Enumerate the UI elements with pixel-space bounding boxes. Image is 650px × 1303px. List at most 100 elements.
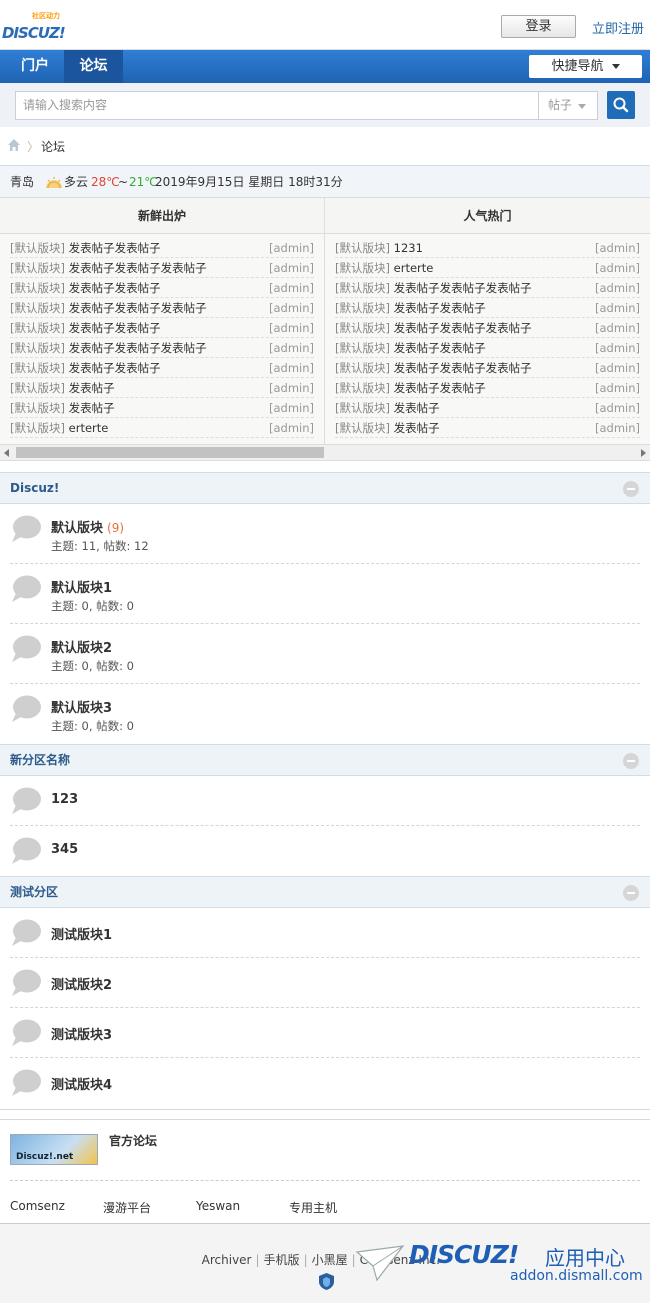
thread-category[interactable]: [默认版块] [335,401,390,415]
thread-title[interactable]: 发表帖子发表帖子 [69,361,161,375]
thread-category[interactable]: [默认版块] [10,321,65,335]
tab-portal[interactable]: 门户 [6,50,64,83]
thread-item[interactable]: [默认版块] 发表帖子发表帖子 [admin] [10,278,314,298]
friend-link[interactable]: 漫游平台 [103,1199,151,1216]
thread-title[interactable]: 发表帖子发表帖子 [394,301,486,315]
friend-link[interactable]: 专用主机 [289,1199,337,1216]
register-link[interactable]: 立即注册 [592,18,644,37]
thread-category[interactable]: [默认版块] [10,241,65,255]
friend-link[interactable]: Comsenz [10,1199,65,1213]
thread-author[interactable]: [admin] [595,278,640,297]
thread-item[interactable]: [默认版块] 发表帖子 [admin] [335,398,640,418]
forum-row[interactable]: 默认版块3 主题: 0, 帖数: 0 [10,684,640,744]
thread-category[interactable]: [默认版块] [335,341,390,355]
official-forum-link[interactable]: 官方论坛 [109,1132,157,1149]
forum-name[interactable]: 测试版块1 [51,924,112,943]
thread-author[interactable]: [admin] [595,358,640,377]
search-button[interactable] [607,91,635,119]
footer-link-archiver[interactable]: Archiver [202,1253,252,1267]
thread-item[interactable]: [默认版块] 发表帖子发表帖子 [admin] [335,338,640,358]
thread-title[interactable]: 发表帖子发表帖子 [394,341,486,355]
thread-item[interactable]: [默认版块] 发表帖子 [admin] [335,418,640,438]
footer-link-blacklist[interactable]: 小黑屋 [312,1253,348,1267]
thread-title[interactable]: 发表帖子发表帖子 [394,381,486,395]
forum-row[interactable]: 测试版块3 [10,1008,640,1058]
section-title[interactable]: Discuz! [10,481,59,495]
thread-author[interactable]: [admin] [595,338,640,357]
thread-item[interactable]: [默认版块] 发表帖子 [admin] [10,378,314,398]
thread-category[interactable]: [默认版块] [10,301,65,315]
thread-category[interactable]: [默认版块] [335,301,390,315]
thread-category[interactable]: [默认版块] [10,361,65,375]
forum-name[interactable]: 测试版块2 [51,974,112,993]
thread-category[interactable]: [默认版块] [335,241,390,255]
forum-name[interactable]: 345 [51,842,78,857]
thread-author[interactable]: [admin] [595,418,640,437]
thread-item[interactable]: [默认版块] 发表帖子 [admin] [10,398,314,418]
thread-category[interactable]: [默认版块] [335,321,390,335]
discuz-banner-logo[interactable]: Discuz!.net [10,1134,98,1165]
thread-category[interactable]: [默认版块] [10,381,65,395]
thread-author[interactable]: [admin] [595,318,640,337]
thread-author[interactable]: [admin] [269,258,314,277]
thread-category[interactable]: [默认版块] [335,281,390,295]
scrollbar-thumb[interactable] [16,447,324,458]
thread-category[interactable]: [默认版块] [335,261,390,275]
forum-row[interactable]: 默认版块1 主题: 0, 帖数: 0 [10,564,640,624]
thread-category[interactable]: [默认版块] [10,281,65,295]
forum-name[interactable]: 默认版块 (9) [51,517,124,536]
thread-author[interactable]: [admin] [269,418,314,437]
thread-author[interactable]: [admin] [269,338,314,357]
thread-item[interactable]: [默认版块] 发表帖子发表帖子发表帖子 [admin] [335,318,640,338]
thread-category[interactable]: [默认版块] [335,421,390,435]
thread-title[interactable]: 发表帖子 [69,401,115,415]
forum-row[interactable]: 测试版块4 [10,1058,640,1108]
search-type-select[interactable]: 帖子 [538,91,598,120]
section-title[interactable]: 测试分区 [10,885,58,899]
thread-title[interactable]: erterte [69,421,109,435]
breadcrumb-current[interactable]: 论坛 [41,138,65,155]
thread-title[interactable]: 发表帖子发表帖子 [69,321,161,335]
thread-category[interactable]: [默认版块] [10,421,65,435]
thread-item[interactable]: [默认版块] 发表帖子发表帖子发表帖子 [admin] [10,338,314,358]
thread-author[interactable]: [admin] [595,238,640,257]
thread-author[interactable]: [admin] [269,318,314,337]
forum-row[interactable]: 123 [10,776,640,826]
scroll-right-arrow-icon[interactable] [641,449,646,457]
thread-author[interactable]: [admin] [595,398,640,417]
thread-item[interactable]: [默认版块] 发表帖子发表帖子 [admin] [10,238,314,258]
forum-row[interactable]: 默认版块2 主题: 0, 帖数: 0 [10,624,640,684]
thread-author[interactable]: [admin] [269,378,314,397]
thread-author[interactable]: [admin] [595,378,640,397]
collapse-icon[interactable] [623,481,639,497]
thread-title[interactable]: 发表帖子发表帖子发表帖子 [69,301,207,315]
thread-author[interactable]: [admin] [595,298,640,317]
thread-category[interactable]: [默认版块] [335,381,390,395]
friend-link[interactable]: Yeswan [196,1199,240,1213]
forum-row[interactable]: 默认版块 (9) 主题: 11, 帖数: 12 [10,504,640,564]
thread-author[interactable]: [admin] [269,238,314,257]
home-icon[interactable] [7,138,21,152]
thread-item[interactable]: [默认版块] 发表帖子发表帖子 [admin] [335,378,640,398]
forum-name[interactable]: 默认版块2 [51,637,112,656]
forum-name[interactable]: 测试版块3 [51,1024,112,1043]
forum-name[interactable]: 123 [51,792,78,807]
thread-category[interactable]: [默认版块] [10,401,65,415]
thread-author[interactable]: [admin] [269,398,314,417]
thread-item[interactable]: [默认版块] 发表帖子发表帖子发表帖子 [admin] [10,258,314,278]
shield-icon[interactable] [318,1272,335,1291]
quick-nav-button[interactable]: 快捷导航 [529,55,642,78]
forum-row[interactable]: 345 [10,826,640,876]
collapse-icon[interactable] [623,753,639,769]
thread-author[interactable]: [admin] [595,258,640,277]
login-button[interactable]: 登录 [501,15,576,38]
thread-title[interactable]: 发表帖子发表帖子发表帖子 [394,361,532,375]
thread-item[interactable]: [默认版块] 发表帖子发表帖子 [admin] [335,298,640,318]
collapse-icon[interactable] [623,885,639,901]
thread-author[interactable]: [admin] [269,358,314,377]
thread-title[interactable]: 发表帖子发表帖子 [69,281,161,295]
forum-name[interactable]: 默认版块1 [51,577,112,596]
scroll-left-arrow-icon[interactable] [4,449,9,457]
discuz-logo[interactable]: 社区动力 DISCUZ! [2,8,66,44]
thread-item[interactable]: [默认版块] erterte [admin] [335,258,640,278]
